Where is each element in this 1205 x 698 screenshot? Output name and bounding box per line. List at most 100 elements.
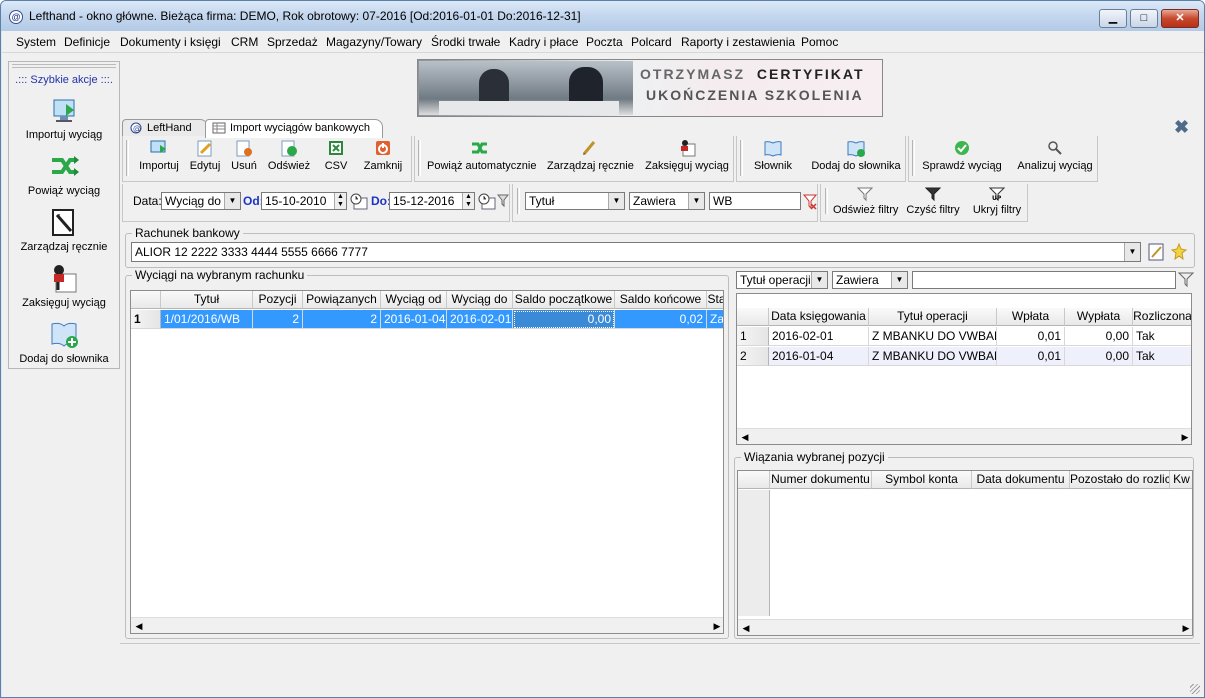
maximize-button[interactable]: □ <box>1130 9 1158 28</box>
table-cell[interactable]: 2016-01-04 <box>769 347 869 366</box>
delete-button[interactable]: Usuń <box>229 138 259 172</box>
close-tab-icon[interactable]: ✖ <box>1174 117 1189 138</box>
calendar-clock-icon[interactable] <box>477 192 497 212</box>
col-header-withdrawal[interactable]: Wypłata <box>1065 308 1133 326</box>
quick-post-button[interactable]: Zaksięguj wyciąg <box>9 262 119 309</box>
operation-field-select[interactable]: Tytuł operacji ▼ <box>736 271 828 289</box>
refresh-button[interactable]: Odśwież <box>265 138 313 172</box>
scroll-right-icon[interactable]: ▶ <box>711 620 723 632</box>
table-cell[interactable]: 0,02 <box>615 310 707 329</box>
clear-filter-icon[interactable] <box>803 194 817 210</box>
analyze-statement-button[interactable]: Analizuj wyciąg <box>1013 138 1097 172</box>
spin-icon[interactable]: ▲ ▼ <box>462 193 474 209</box>
minimize-button[interactable]: ▁ <box>1099 9 1127 28</box>
tab-lefthand[interactable]: @ LeftHand <box>122 119 208 137</box>
col-header-from[interactable]: Wyciąg od <box>381 291 447 309</box>
close-button[interactable]: ✕ <box>1161 9 1199 28</box>
quick-add-dict-button[interactable]: Dodaj do słownika <box>9 318 119 365</box>
table-cell[interactable]: Tak <box>1133 347 1191 366</box>
resize-grip-icon[interactable] <box>1190 684 1200 694</box>
check-statement-button[interactable]: Sprawdź wyciąg <box>921 138 1003 172</box>
spin-icon[interactable]: ▲ ▼ <box>334 193 346 209</box>
operation-filter-input[interactable] <box>912 271 1176 289</box>
menu-raporty[interactable]: Raporty i zestawienia <box>681 35 795 49</box>
date-to-input[interactable]: 15-12-2016 ▲ ▼ <box>389 192 475 210</box>
scroll-right-icon[interactable]: ▶ <box>1179 431 1191 443</box>
menu-crm[interactable]: CRM <box>231 35 258 49</box>
filter-operator-select[interactable]: Zawiera ▼ <box>629 192 705 210</box>
col-header-opening-balance[interactable]: Saldo początkowe <box>513 291 615 309</box>
scroll-left-icon[interactable]: ◀ <box>739 431 751 443</box>
horizontal-scrollbar[interactable]: ◀ ▶ <box>131 617 723 633</box>
edit-account-icon[interactable] <box>1148 242 1166 262</box>
scroll-right-icon[interactable]: ▶ <box>1180 622 1192 634</box>
menu-pomoc[interactable]: Pomoc <box>801 35 838 49</box>
menu-magazyny[interactable]: Magazyny/Towary <box>326 35 422 49</box>
table-cell[interactable]: Z MBANKU DO VWBANK <box>869 327 997 346</box>
bank-account-select[interactable]: ALIOR 12 2222 3333 4444 5555 6666 7777 ▼ <box>131 242 1141 262</box>
clear-filters-button[interactable]: Czyść filtry <box>905 186 961 216</box>
table-cell[interactable]: Z MBANKU DO VWBANK <box>869 347 997 366</box>
menu-poczta[interactable]: Poczta <box>586 35 623 49</box>
col-header-amount[interactable]: Kw <box>1170 471 1192 489</box>
scroll-left-icon[interactable]: ◀ <box>133 620 145 632</box>
filter-value-input[interactable]: WB <box>709 192 801 210</box>
dictionary-button[interactable]: Słownik <box>751 138 795 172</box>
menu-kadry[interactable]: Kadry i płace <box>509 35 578 49</box>
table-cell[interactable]: 2 <box>253 310 303 329</box>
table-cell[interactable]: 0,00 <box>1065 347 1133 366</box>
col-header-positions[interactable]: Pozycji <box>253 291 303 309</box>
col-header-linked[interactable]: Powiązanych <box>303 291 381 309</box>
table-cell-focused[interactable]: 0,00 <box>513 310 615 329</box>
col-header-operation-title[interactable]: Tytuł operacji <box>869 308 997 326</box>
col-header-remaining[interactable]: Pozostało do rozlic. <box>1070 471 1170 489</box>
edit-button[interactable]: Edytuj <box>187 138 223 172</box>
col-header-account-symbol[interactable]: Symbol konta <box>872 471 972 489</box>
horizontal-scrollbar[interactable]: ◀ ▶ <box>737 428 1191 444</box>
operation-operator-select[interactable]: Zawiera ▼ <box>832 271 908 289</box>
menu-polcard[interactable]: Polcard <box>631 35 672 49</box>
col-header-document-date[interactable]: Data dokumentu <box>972 471 1070 489</box>
scroll-left-icon[interactable]: ◀ <box>740 622 752 634</box>
filter-icon[interactable] <box>1178 272 1194 288</box>
date-type-select[interactable]: Wyciąg do ▼ <box>161 192 241 210</box>
new-account-icon[interactable] <box>1170 242 1188 262</box>
manage-manually-button[interactable]: Zarządzaj ręcznie <box>547 138 634 172</box>
quick-manage-button[interactable]: Zarządzaj ręcznie <box>9 206 119 253</box>
hide-filters-button[interactable]: UP Ukryj filtry <box>969 186 1025 216</box>
calendar-clock-icon[interactable] <box>349 192 369 212</box>
date-from-input[interactable]: 15-10-2010 ▲ ▼ <box>261 192 347 210</box>
row-number[interactable]: 1 <box>737 327 769 346</box>
table-cell[interactable]: 2 <box>303 310 381 329</box>
import-button[interactable]: Importuj <box>137 138 181 172</box>
table-cell[interactable]: 2016-02-01 <box>769 327 869 346</box>
table-cell[interactable]: 0,01 <box>997 347 1065 366</box>
menu-definicje[interactable]: Definicje <box>64 35 110 49</box>
add-to-dictionary-button[interactable]: Dodaj do słownika <box>809 138 903 172</box>
row-number[interactable]: 1 <box>131 310 161 329</box>
auto-link-button[interactable]: Powiąż automatycznie <box>427 138 536 172</box>
post-statement-button[interactable]: Zaksięguj wyciąg <box>645 138 729 172</box>
table-cell[interactable]: 0,00 <box>1065 327 1133 346</box>
quick-link-button[interactable]: Powiąż wyciąg <box>9 150 119 197</box>
table-cell[interactable]: 0,01 <box>997 327 1065 346</box>
filter-field-select[interactable]: Tytuł ▼ <box>525 192 625 210</box>
col-header-document-number[interactable]: Numer dokumentu <box>770 471 872 489</box>
refresh-filters-button[interactable]: Odśwież filtry <box>833 186 898 216</box>
table-cell[interactable]: 2016-02-01 <box>447 310 513 329</box>
table-cell[interactable]: 1/01/2016/WB <box>161 310 253 329</box>
table-cell[interactable]: Tak <box>1133 327 1191 346</box>
table-cell[interactable]: 2016-01-04 <box>381 310 447 329</box>
col-header-title[interactable]: Tytuł <box>161 291 253 309</box>
col-header-settled[interactable]: Rozliczona <box>1133 308 1191 326</box>
tab-import-statements[interactable]: Import wyciągów bankowych <box>205 119 383 138</box>
horizontal-scrollbar[interactable]: ◀ ▶ <box>738 619 1192 635</box>
col-header-deposit[interactable]: Wpłata <box>997 308 1065 326</box>
col-header-status[interactable]: Sta <box>707 291 723 309</box>
csv-button[interactable]: CSV <box>321 138 351 172</box>
menu-srodki-trwale[interactable]: Środki trwałe <box>431 35 500 49</box>
row-number[interactable]: 2 <box>737 347 769 366</box>
menu-system[interactable]: System <box>16 35 56 49</box>
ad-banner[interactable]: OTRZYMASZ CERTYFIKAT UKOŃCZENIA SZKOLENI… <box>417 59 883 117</box>
col-header-closing-balance[interactable]: Saldo końcowe <box>615 291 707 309</box>
